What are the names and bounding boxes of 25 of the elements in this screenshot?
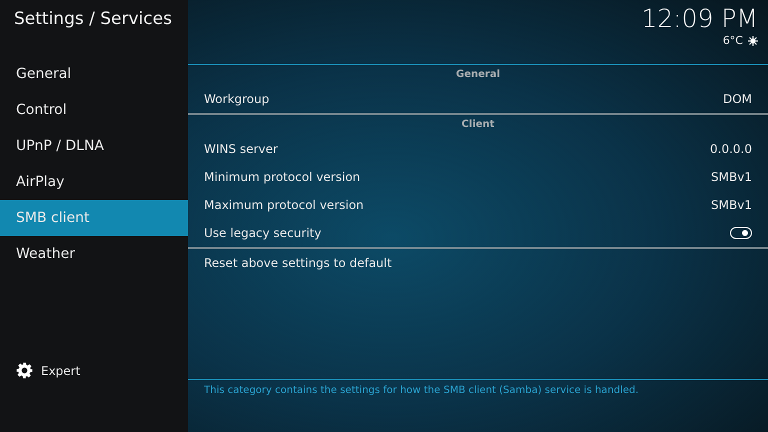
category-item[interactable]: Control (0, 92, 188, 128)
category-item[interactable]: AirPlay (0, 164, 188, 200)
category-item[interactable]: General (0, 56, 188, 92)
setting-label[interactable]: Workgroup (204, 92, 270, 106)
setting-label[interactable]: Maximum protocol version (204, 198, 364, 212)
temperature: 6°C (722, 34, 743, 47)
setting-value[interactable]: DOM (722, 92, 752, 106)
section-header: General (455, 68, 501, 82)
category-item[interactable]: UPnP / DLNA (0, 128, 188, 164)
settings-level-button[interactable]: Expert (41, 364, 80, 378)
clock-time: 12:09 PM (641, 4, 758, 34)
sun-icon (748, 36, 758, 46)
toggle-switch[interactable] (730, 227, 752, 239)
setting-label[interactable]: Minimum protocol version (204, 170, 360, 184)
section-header: Client (460, 118, 496, 132)
category-item[interactable]: Weather (0, 236, 188, 272)
setting-label[interactable]: WINS server (204, 142, 278, 156)
setting-value[interactable]: SMBv1 (711, 198, 752, 212)
setting-value[interactable]: 0.0.0.0 (710, 142, 752, 156)
setting-label[interactable]: Use legacy security (204, 226, 322, 240)
description-text: This category contains the settings for how the SMB client (Samba) service is handled. (188, 379, 768, 396)
gear-icon[interactable] (16, 362, 33, 379)
setting-value[interactable]: SMBv1 (711, 170, 752, 184)
reset-button[interactable]: Reset above settings to default (204, 256, 392, 270)
page-title: Settings / Services (13, 8, 173, 31)
